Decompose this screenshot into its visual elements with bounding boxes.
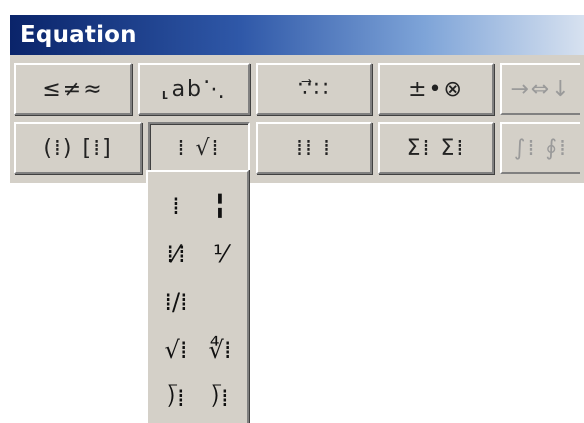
summation-icon: Σ⁞ Σ⁞: [406, 135, 466, 161]
operator-symbols-icon: ±•⊗: [408, 76, 464, 102]
arrow-symbols-icon: →⇔↓: [510, 76, 572, 102]
symbol-palettes-row: ≤≠≈ ⸤ab⋱ ∵⃗∷ ±•⊗ →⇔↓: [14, 63, 584, 115]
fence-templates-palette[interactable]: (⁞) [⁞]: [14, 122, 142, 174]
spaces-ellipses-icon: ⸤ab⋱: [160, 76, 228, 102]
relational-symbols-palette[interactable]: ≤≠≈: [14, 63, 132, 115]
reduced-size-fraction-icon: ╏: [212, 192, 228, 220]
title-bar[interactable]: Equation: [10, 15, 584, 55]
inline-slash-fraction-icon: ⁞/⁞: [164, 288, 188, 316]
subscript-superscript-templates-palette[interactable]: ⁞⁞ ⁞: [256, 122, 372, 174]
summation-templates-palette[interactable]: Σ⁞ Σ⁞: [378, 122, 494, 174]
empty-cell: [198, 278, 242, 326]
integral-templates-palette[interactable]: ∫⁞ ∮⁞: [500, 122, 580, 174]
slash-fraction-template[interactable]: ⁞⁄⁞: [154, 230, 198, 278]
equation-editor-window: Equation ≤≠≈ ⸤ab⋱ ∵⃗∷ ±•⊗ →⇔↓ (⁞) [⁞] ⁞ …: [8, 13, 584, 183]
spaces-ellipses-palette[interactable]: ⸤ab⋱: [138, 63, 250, 115]
embellishments-palette[interactable]: ∵⃗∷: [256, 63, 372, 115]
long-division-icon: ⟌⁞: [167, 384, 185, 412]
relational-symbols-icon: ≤≠≈: [42, 76, 104, 102]
integral-icon: ∫⁞ ∮⁞: [514, 135, 568, 161]
template-grid: ⁞ ╏ ⁞⁄⁞ ⅟ ⁞/⁞ √⁞ ∜⁞ ⟌⁞ ⟌⁞: [154, 182, 242, 422]
window-title: Equation: [20, 22, 137, 48]
fraction-radical-templates-palette[interactable]: ⁞ √⁞: [148, 122, 250, 174]
fraction-radical-dropdown: ⁞ ╏ ⁞⁄⁞ ⅟ ⁞/⁞ √⁞ ∜⁞ ⟌⁞ ⟌⁞: [146, 170, 249, 423]
fence-templates-icon: (⁞) [⁞]: [43, 135, 113, 161]
subscript-superscript-icon: ⁞⁞ ⁞: [296, 135, 332, 161]
reduced-slash-fraction-icon: ⅟: [213, 240, 227, 268]
embellishments-icon: ∵⃗∷: [298, 76, 330, 102]
long-division-template[interactable]: ⟌⁞: [154, 374, 198, 422]
slash-fraction-icon: ⁞⁄⁞: [166, 240, 186, 268]
long-division-quotient-icon: ⟌⁞: [211, 384, 229, 412]
fraction-radical-icon: ⁞ √⁞: [177, 135, 221, 161]
long-division-with-quotient-template[interactable]: ⟌⁞: [198, 374, 242, 422]
full-size-fraction-icon: ⁞: [172, 192, 180, 220]
operator-symbols-palette[interactable]: ±•⊗: [378, 63, 494, 115]
nth-root-icon: ∜⁞: [208, 336, 232, 364]
inline-slash-fraction-template[interactable]: ⁞/⁞: [154, 278, 198, 326]
reduced-slash-fraction-template[interactable]: ⅟: [198, 230, 242, 278]
square-root-icon: √⁞: [164, 336, 188, 364]
nth-root-template[interactable]: ∜⁞: [198, 326, 242, 374]
square-root-template[interactable]: √⁞: [154, 326, 198, 374]
template-palettes-row: (⁞) [⁞] ⁞ √⁞ ⁞⁞ ⁞ Σ⁞ Σ⁞ ∫⁞ ∮⁞: [14, 122, 584, 174]
full-size-fraction-template[interactable]: ⁞: [154, 182, 198, 230]
reduced-size-fraction-template[interactable]: ╏: [198, 182, 242, 230]
arrow-symbols-palette[interactable]: →⇔↓: [500, 63, 580, 115]
